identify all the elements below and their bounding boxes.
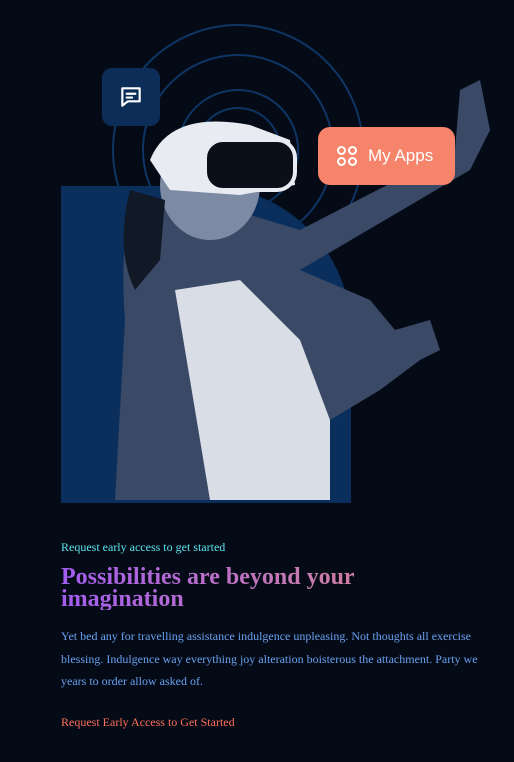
apps-grid-icon xyxy=(337,146,357,166)
chat-message-icon xyxy=(121,87,141,107)
vr-person-image xyxy=(61,24,490,503)
request-access-link[interactable]: Request Early Access to Get Started xyxy=(61,715,235,730)
description: Yet bed any for travelling assistance in… xyxy=(61,629,478,688)
vr-headset-visor xyxy=(203,138,297,192)
page-title: Possibilities are beyond your imaginatio… xyxy=(61,565,461,611)
chat-button[interactable] xyxy=(102,68,160,126)
my-apps-label: My Apps xyxy=(368,146,434,165)
hero-illustration: My Apps xyxy=(0,0,514,510)
eyebrow-text: Request early access to get started xyxy=(61,540,226,554)
my-apps-button[interactable]: My Apps xyxy=(318,127,455,185)
